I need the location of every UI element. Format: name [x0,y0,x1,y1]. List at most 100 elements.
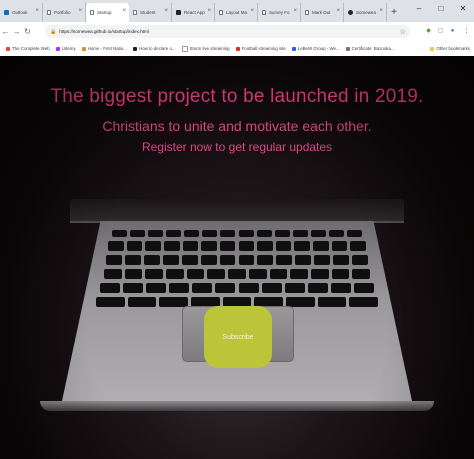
keyboard-key [295,255,312,265]
close-tab-icon[interactable]: × [379,8,383,14]
bookmark-label: Football streaming site [241,46,286,51]
keyboard-key [219,255,236,265]
bookmark-favicon-icon [291,46,296,51]
bookmark-item[interactable]: LeBeW Group - We... [291,46,340,51]
subscribe-button[interactable]: Subscribe [204,306,272,368]
menu-icon[interactable]: ⋮ [462,26,471,35]
browser-tab[interactable]: Survey Fo × [258,3,301,22]
keyboard-key [238,283,259,293]
keyboard-key [313,241,329,251]
browser-tab[interactable]: Outlook × [0,3,43,22]
keyboard-key [182,241,199,251]
keyboard-key [219,241,236,251]
close-tab-icon[interactable]: × [35,8,39,14]
tab-title: Survey Fo [269,10,290,15]
keyboard-key [310,230,326,237]
close-tab-icon[interactable]: × [293,8,297,14]
keyboard-key [202,230,218,237]
close-tab-icon[interactable]: × [164,8,168,14]
keyboard-key [317,297,347,307]
keyboard-key [143,255,160,265]
other-bookmarks[interactable]: Other bookmarks [430,46,470,51]
address-bar[interactable]: 🔒 https://somewea.github.io/startup/inde… [45,25,410,38]
plus-icon: + [391,7,397,18]
keyboard-key [328,230,344,237]
keyboard-key [148,230,164,237]
keyboard-key [275,241,292,251]
maximize-button[interactable]: □ [430,0,452,20]
lock-icon: 🔒 [50,28,57,35]
tab-strip: Outlook × Portfolio × Startup × Student × React … [0,0,474,22]
keyboard-key [146,283,167,293]
bookmark-item[interactable]: How to declare o... [132,46,176,51]
browser-tab[interactable]: Portfolio × [43,3,86,22]
keyboard-key [145,269,164,279]
keyboard-key [163,241,180,251]
close-tab-icon[interactable]: × [336,8,340,14]
bookmark-favicon-icon [81,46,86,51]
bookmark-label: Certificate: Bazooka... [351,46,395,51]
tab-title: Outlook [12,10,28,15]
close-tab-icon[interactable]: × [207,8,211,14]
browser-tab[interactable]: Startup × [86,3,129,22]
tab-title: Mark Out [312,10,331,15]
window-controls: – □ ✕ [408,0,474,20]
keyboard-key [238,255,255,265]
extension-icon[interactable]: ◆ [424,26,433,35]
folder-icon [430,46,435,51]
document-icon [133,10,137,15]
bookmark-item[interactable]: Home - First Natio... [81,46,127,51]
extension-icon[interactable]: ▢ [436,26,445,35]
bookmark-item[interactable]: Football streaming site [235,46,286,51]
bookmark-item[interactable]: Udemy [55,46,76,51]
browser-tab[interactable]: React App × [172,3,215,22]
document-icon [305,10,309,15]
reload-button[interactable]: ↻ [22,27,33,36]
keyboard-key [352,269,370,279]
keyboard-key [96,297,125,307]
close-window-button[interactable]: ✕ [452,0,474,20]
tab-title: Somewea [356,10,377,15]
keyboard-key [314,255,331,265]
keyboard-key [112,230,128,237]
forward-button[interactable]: → [11,27,22,36]
hero-cta-text: Register now to get regular updates [141,140,333,154]
keyboard-key [181,255,198,265]
landing-page: The biggest project to be launched in 20… [0,56,474,459]
keyboard-key [238,230,254,237]
close-tab-icon[interactable]: × [250,8,254,14]
keyboard-key [284,283,305,293]
new-tab-button[interactable]: + [387,3,401,22]
other-bookmarks-label: Other bookmarks [436,46,470,51]
browser-tab[interactable]: Student × [129,3,172,22]
keyboard-key [130,230,146,237]
keyboard-key [126,241,143,251]
keyboard-key [166,230,182,237]
github-icon [348,10,353,15]
bookmark-item[interactable]: Certificate: Bazooka... [345,46,395,51]
minimize-button[interactable]: – [408,0,430,20]
keyboard-key [124,269,143,279]
bookmark-item[interactable]: The Complete Web [6,46,50,51]
keyboard-key [256,230,272,237]
bookmark-label: The Complete Web [12,46,50,51]
keyboard-key [238,241,255,251]
keyboard-key [349,297,378,307]
bookmark-star-icon[interactable]: ☆ [400,28,406,36]
keyboard-key [169,283,190,293]
browser-toolbar: ← → ↻ 🔒 https://somewea.github.io/startu… [0,22,474,41]
browser-tab[interactable]: Mark Out × [301,3,344,22]
bookmark-item[interactable]: Storm live streaming [181,45,230,52]
keyboard-key [108,241,124,251]
keyboard-key [207,269,226,279]
profile-icon[interactable]: ● [448,26,457,35]
close-tab-icon[interactable]: × [122,8,126,14]
bookmark-favicon-icon [132,46,137,51]
back-button[interactable]: ← [0,27,11,36]
browser-tab[interactable]: Somewea × [344,3,387,22]
browser-tab[interactable]: Layout Ma × [215,3,258,22]
close-tab-icon[interactable]: × [78,8,82,14]
keyboard-key [145,241,161,251]
hero-title: The biggest project to be launched in 20… [50,86,424,107]
keyboard-key [162,255,179,265]
